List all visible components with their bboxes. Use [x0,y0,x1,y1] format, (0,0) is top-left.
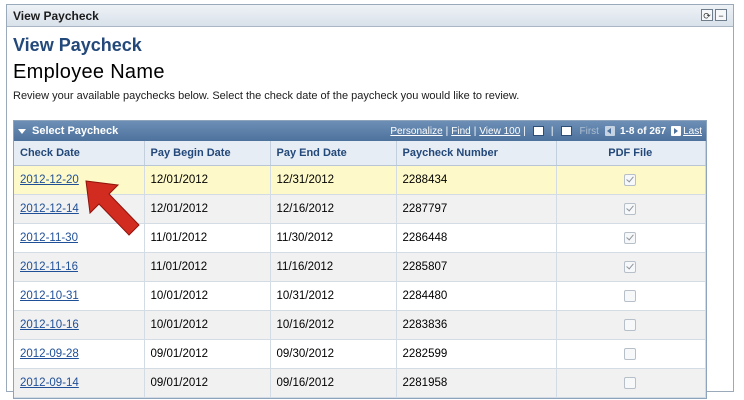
check-date-link[interactable]: 2012-12-14 [20,203,79,215]
paycheck-number-cell: 2286448 [396,223,557,253]
check-date-cell: 2012-09-14 [14,368,145,398]
window-controls: ⟳ − [701,9,727,21]
pay-begin-date-cell: 10/01/2012 [144,281,271,311]
check-date-link[interactable]: 2012-09-14 [20,377,79,389]
pdf-file-cell [556,194,706,224]
pay-end-date-cell: 09/16/2012 [270,368,397,398]
table-row: 2012-09-14 09/01/2012 09/16/2012 2281958 [14,368,706,398]
pay-begin-date-cell: 09/01/2012 [144,339,271,369]
paycheck-grid: Select Paycheck Personalize | Find | Vie… [13,120,707,399]
pdf-file-cell [556,368,706,398]
grid-title-label: Select Paycheck [32,125,119,137]
pdf-file-cell [556,252,706,282]
pay-end-date-cell: 12/16/2012 [270,194,397,224]
column-header-pdf-file: PDF File [556,141,706,166]
pdf-file-cell [556,310,706,340]
paycheck-number-cell: 2283836 [396,310,557,340]
table-header-row: Check Date Pay Begin Date Pay End Date P… [14,141,706,166]
pay-end-date-cell: 10/16/2012 [270,310,397,340]
check-date-link[interactable]: 2012-10-31 [20,290,79,302]
column-header-pay-end-date: Pay End Date [270,141,397,166]
next-page-icon[interactable] [671,126,682,136]
pay-end-date-cell: 11/16/2012 [270,252,397,282]
pay-end-date-cell: 09/30/2012 [270,339,397,369]
minimize-icon[interactable]: − [715,9,727,21]
pdf-unchecked-icon [624,289,637,302]
pay-begin-date-cell: 11/01/2012 [144,252,271,282]
pdf-checked-icon [624,202,637,215]
employee-name: Employee Name [13,61,165,83]
pdf-file-cell [556,339,706,369]
grid-toolbar: Personalize | Find | View 100 | | First … [390,125,702,137]
table-row: 2012-11-16 11/01/2012 11/16/2012 2285807 [14,252,706,282]
column-header-check-date: Check Date [14,141,145,166]
pay-begin-date-cell: 12/01/2012 [144,194,271,224]
pay-end-date-cell: 11/30/2012 [270,223,397,253]
refresh-icon[interactable]: ⟳ [701,9,713,21]
pdf-file-cell [556,165,706,195]
column-header-paycheck-number: Paycheck Number [396,141,557,166]
table-row: 2012-10-31 10/01/2012 10/31/2012 2284480 [14,281,706,311]
pay-end-date-cell: 10/31/2012 [270,281,397,311]
paycheck-number-cell: 2285807 [396,252,557,282]
pdf-file-cell [556,223,706,253]
paycheck-number-cell: 2281958 [396,368,557,398]
check-date-cell: 2012-10-31 [14,281,145,311]
pdf-unchecked-icon [624,347,637,360]
paycheck-number-cell: 2282599 [396,339,557,369]
check-date-link[interactable]: 2012-11-16 [20,261,78,273]
pay-begin-date-cell: 09/01/2012 [144,368,271,398]
grid-header: Select Paycheck Personalize | Find | Vie… [14,121,706,141]
column-header-pay-begin-date: Pay Begin Date [144,141,271,166]
table-row: 2012-09-28 09/01/2012 09/30/2012 2282599 [14,339,706,369]
pdf-file-cell [556,281,706,311]
instructions-text: Review your available paychecks below. S… [13,90,520,102]
paycheck-number-cell: 2287797 [396,194,557,224]
page-title: View Paycheck [13,35,142,55]
paycheck-number-cell: 2288434 [396,165,557,195]
pdf-checked-icon [624,173,637,186]
window-titlebar: View Paycheck ⟳ − [7,5,733,27]
window-title: View Paycheck [13,8,99,23]
zoom-grid-icon[interactable] [532,126,544,136]
collapse-arrow-icon[interactable] [18,128,26,134]
check-date-link[interactable]: 2012-11-30 [20,232,78,244]
pdf-unchecked-icon [624,376,637,389]
grid-title[interactable]: Select Paycheck [14,125,118,137]
pay-end-date-cell: 12/31/2012 [270,165,397,195]
personalize-link[interactable]: Personalize [390,126,442,137]
last-link[interactable]: Last [683,126,702,137]
check-date-cell: 2012-09-28 [14,339,145,369]
view-all-link[interactable]: View 100 [479,126,520,137]
pay-begin-date-cell: 11/01/2012 [144,223,271,253]
paycheck-number-cell: 2284480 [396,281,557,311]
pdf-checked-icon [624,231,637,244]
check-date-cell: 2012-11-16 [14,252,145,282]
find-link[interactable]: Find [451,126,470,137]
pointer-arrow-icon [85,180,140,236]
pay-begin-date-cell: 10/01/2012 [144,310,271,340]
check-date-cell: 2012-10-16 [14,310,145,340]
download-grid-icon[interactable] [560,126,572,136]
check-date-link[interactable]: 2012-10-16 [20,319,79,331]
previous-page-icon[interactable] [604,126,615,136]
first-link[interactable]: First [580,126,599,137]
check-date-link[interactable]: 2012-12-20 [20,174,79,186]
table-row: 2012-10-16 10/01/2012 10/16/2012 2283836 [14,310,706,340]
pdf-unchecked-icon [624,318,637,331]
pay-begin-date-cell: 12/01/2012 [144,165,271,195]
row-range: 1-8 of 267 [619,125,667,137]
check-date-link[interactable]: 2012-09-28 [20,348,79,360]
pdf-checked-icon [624,260,637,273]
